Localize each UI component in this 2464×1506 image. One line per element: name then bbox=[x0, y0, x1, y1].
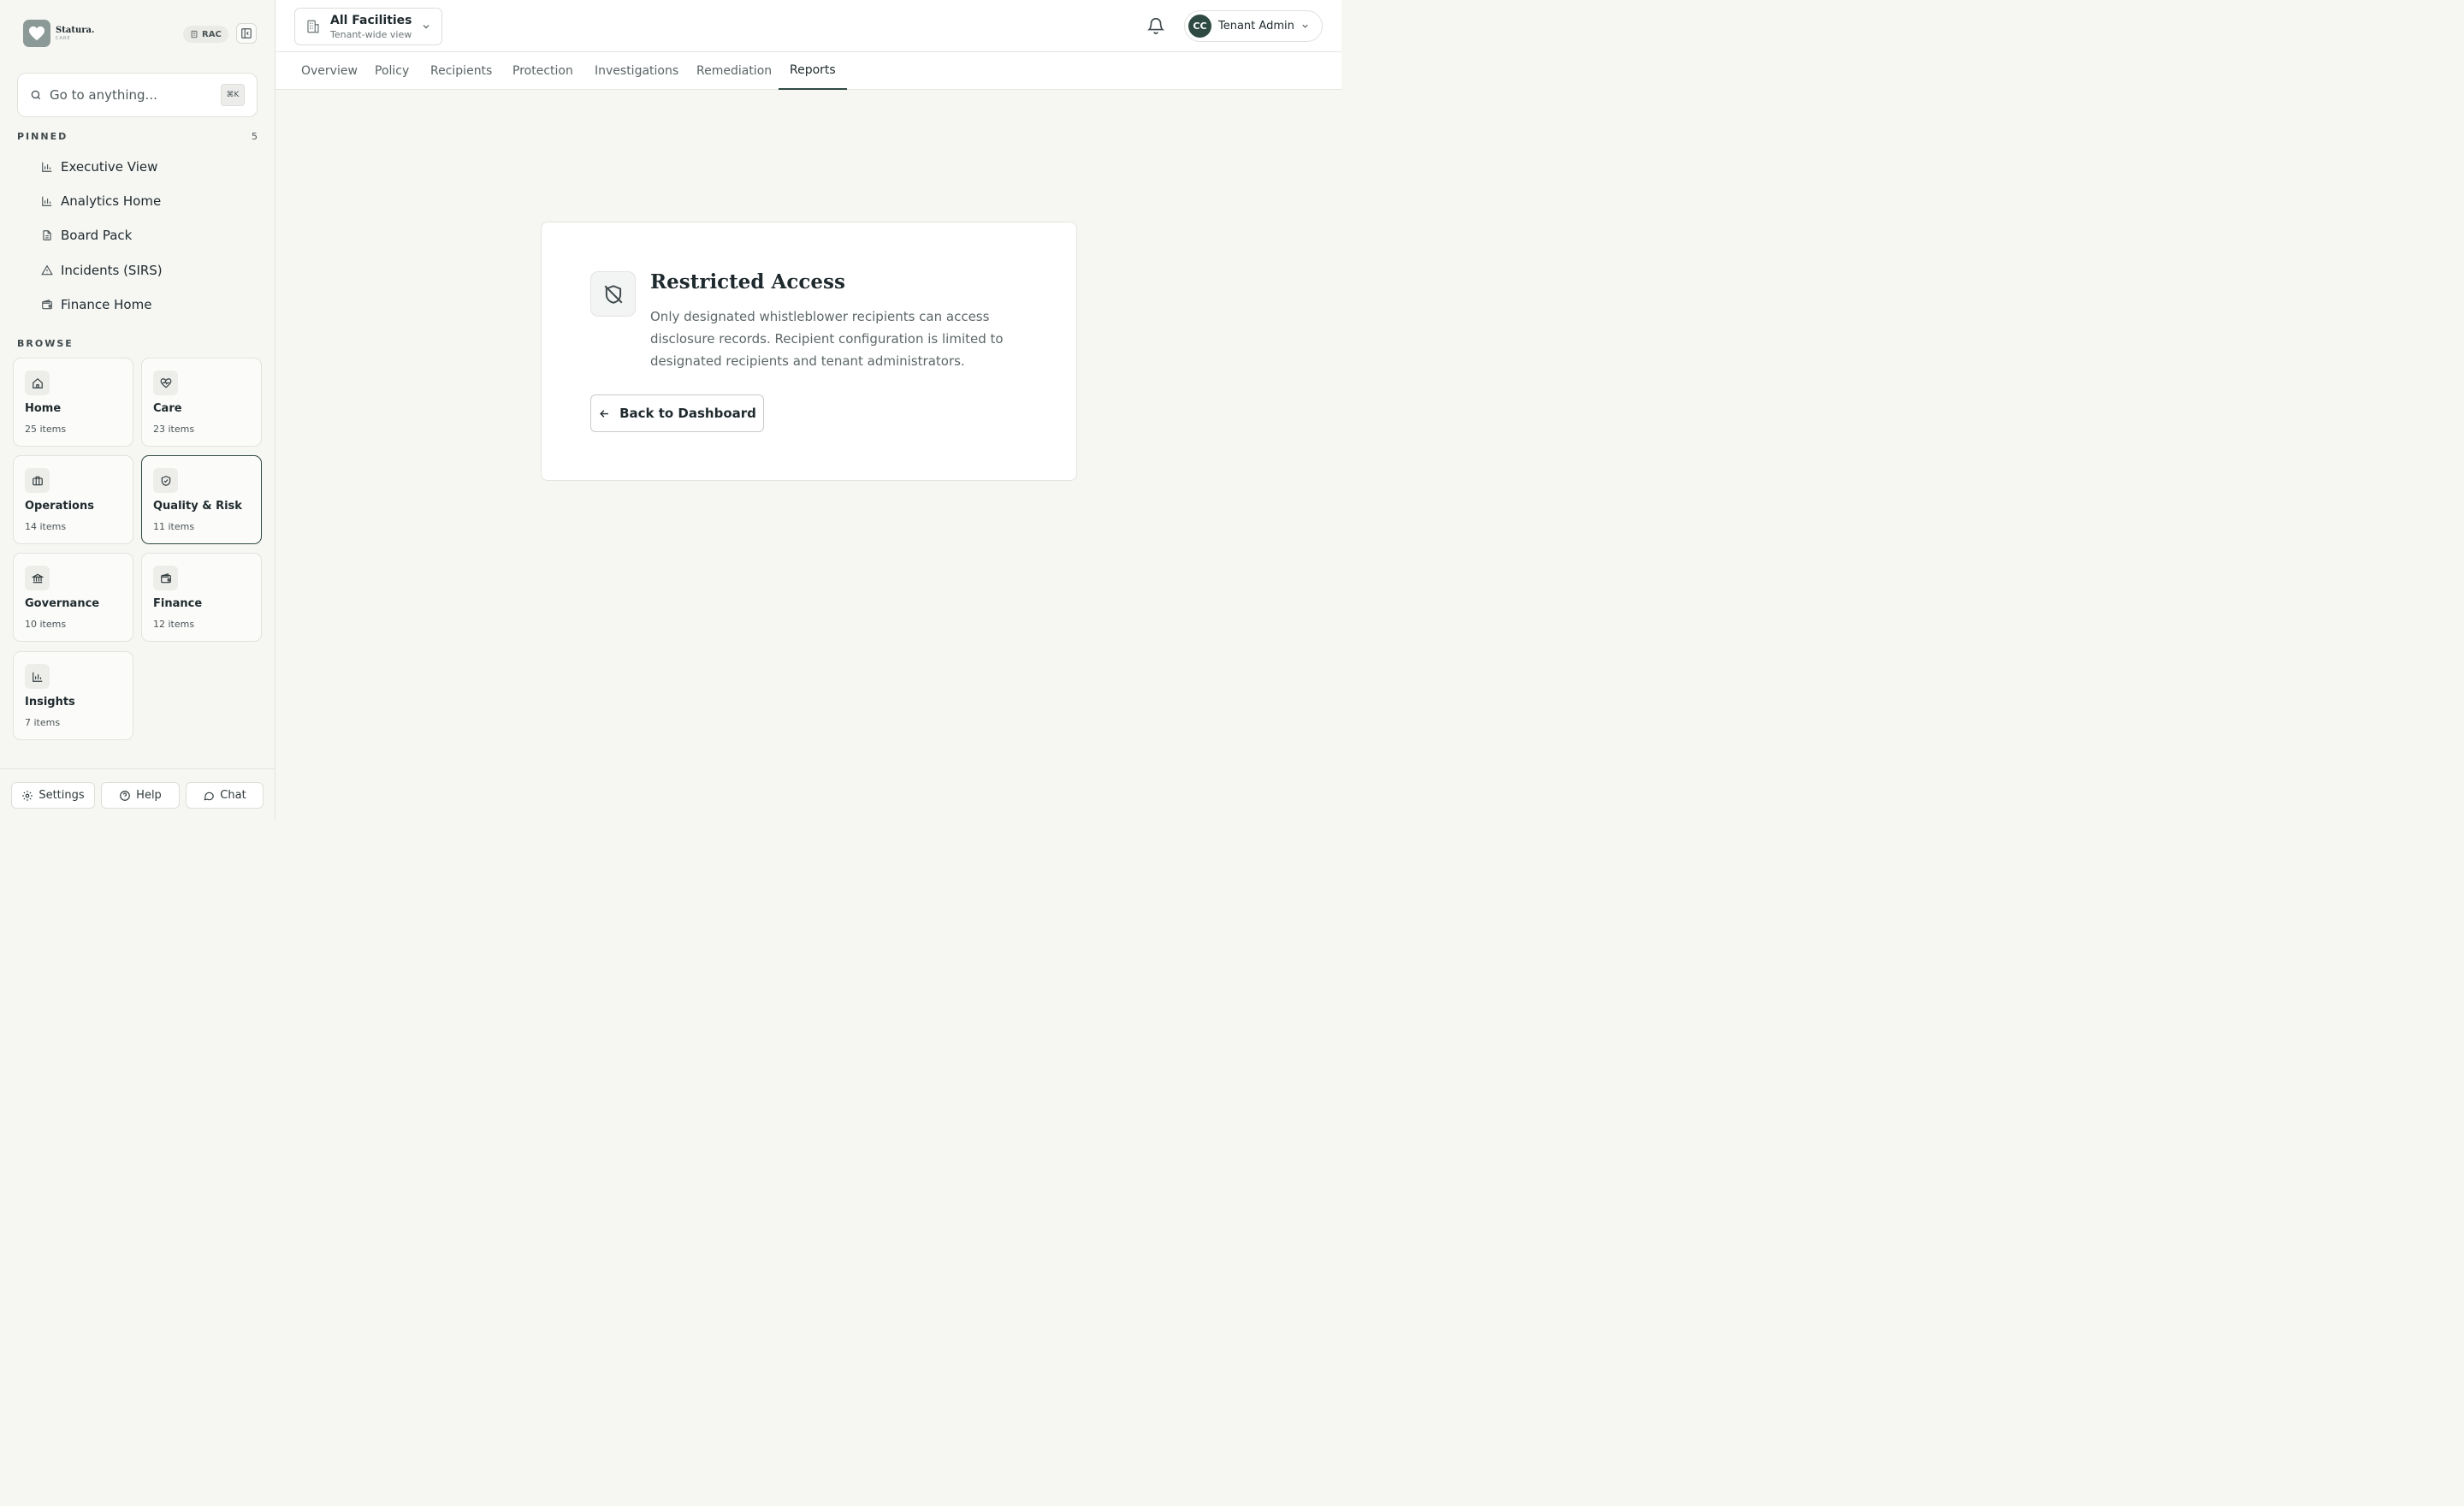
restricted-access-card: Restricted Access Only designated whistl… bbox=[541, 222, 1077, 481]
facility-subtitle: Tenant-wide view bbox=[330, 28, 412, 40]
tab-policy[interactable]: Policy bbox=[364, 52, 420, 90]
brand-logo[interactable]: Statura. CARE bbox=[23, 20, 94, 47]
top-bar: All Facilities Tenant-wide view CC Tenan… bbox=[275, 0, 1342, 52]
tile-name: Quality & Risk bbox=[153, 500, 242, 513]
browse-tile-governance[interactable]: Governance 10 items bbox=[13, 553, 133, 642]
arrow-left-icon bbox=[600, 409, 608, 418]
settings-label: Settings bbox=[38, 789, 85, 802]
bar-chart-icon bbox=[42, 162, 52, 172]
pinned-item-board-pack[interactable]: Board Pack bbox=[41, 226, 132, 245]
tile-count: 23 items bbox=[153, 424, 195, 435]
collapse-sidebar-button[interactable] bbox=[236, 23, 257, 44]
help-button[interactable]: Help bbox=[101, 782, 180, 809]
briefcase-icon bbox=[25, 468, 50, 493]
chevron-down-icon bbox=[423, 25, 429, 29]
facility-title: All Facilities bbox=[330, 13, 412, 27]
search-input[interactable]: Go to anything... ⌘K bbox=[17, 73, 258, 117]
bar-chart-icon bbox=[25, 664, 50, 689]
pinned-item-label: Finance Home bbox=[61, 297, 152, 312]
chat-button[interactable]: Chat bbox=[186, 782, 264, 809]
pinned-heading: PINNED bbox=[17, 131, 68, 142]
browse-tile-operations[interactable]: Operations 14 items bbox=[13, 455, 133, 544]
tile-count: 7 items bbox=[25, 717, 61, 728]
org-badge[interactable]: RAC bbox=[183, 26, 228, 43]
tab-recipients[interactable]: Recipients bbox=[419, 52, 503, 90]
sidebar-footer: Settings Help Chat bbox=[0, 768, 275, 820]
pinned-item-executive-view[interactable]: Executive View bbox=[41, 157, 157, 176]
browse-tile-finance[interactable]: Finance 12 items bbox=[141, 553, 262, 642]
tab-reports[interactable]: Reports bbox=[779, 52, 847, 90]
tab-investigations[interactable]: Investigations bbox=[583, 52, 690, 90]
wallet-icon bbox=[153, 566, 178, 590]
pinned-item-label: Board Pack bbox=[61, 228, 133, 243]
sidebar-collapse-icon bbox=[241, 28, 252, 39]
bar-chart-icon bbox=[42, 196, 52, 206]
chevron-down-icon bbox=[1302, 24, 1308, 28]
search-placeholder: Go to anything... bbox=[50, 87, 157, 103]
bell-icon bbox=[1146, 18, 1165, 34]
tile-count: 11 items bbox=[153, 521, 195, 532]
pinned-item-finance-home[interactable]: Finance Home bbox=[41, 295, 151, 314]
search-icon bbox=[31, 90, 41, 100]
pinned-count: 5 bbox=[252, 131, 258, 142]
shield-check-icon bbox=[153, 468, 178, 493]
tile-count: 14 items bbox=[25, 521, 67, 532]
section-tabs: Overview Policy Recipients Protection In… bbox=[275, 52, 1342, 90]
sidebar: Statura. CARE RAC Go to anything... ⌘K P… bbox=[0, 0, 275, 820]
chat-label: Chat bbox=[220, 789, 246, 802]
help-circle-icon bbox=[120, 790, 131, 801]
help-label: Help bbox=[136, 789, 162, 802]
back-to-dashboard-button[interactable]: Back to Dashboard bbox=[590, 394, 764, 432]
settings-button[interactable]: Settings bbox=[11, 782, 95, 809]
user-menu[interactable]: CC Tenant Admin bbox=[1184, 10, 1323, 42]
user-name: Tenant Admin bbox=[1218, 20, 1294, 33]
tab-remediation[interactable]: Remediation bbox=[685, 52, 783, 90]
home-icon bbox=[25, 371, 50, 395]
building-icon bbox=[307, 20, 319, 33]
tile-name: Care bbox=[153, 402, 182, 415]
browse-heading: BROWSE bbox=[17, 338, 74, 349]
browse-tile-quality-risk[interactable]: Quality & Risk 11 items bbox=[141, 455, 262, 544]
alert-triangle-icon bbox=[41, 264, 53, 276]
notifications-button[interactable] bbox=[1146, 16, 1165, 35]
tile-name: Insights bbox=[25, 696, 75, 709]
tab-protection[interactable]: Protection bbox=[501, 52, 584, 90]
wallet-icon bbox=[42, 299, 52, 310]
building-icon bbox=[191, 30, 198, 39]
browse-tile-care[interactable]: Care 23 items bbox=[141, 358, 262, 447]
tile-name: Operations bbox=[25, 500, 94, 513]
pinned-item-label: Analytics Home bbox=[61, 193, 162, 209]
tab-overview[interactable]: Overview bbox=[290, 52, 369, 90]
pinned-item-label: Incidents (SIRS) bbox=[61, 263, 163, 278]
pinned-item-label: Executive View bbox=[61, 159, 158, 175]
facility-selector[interactable]: All Facilities Tenant-wide view bbox=[294, 8, 442, 45]
chat-bubble-icon bbox=[204, 792, 215, 800]
shield-off-icon bbox=[590, 271, 636, 317]
tile-count: 10 items bbox=[25, 619, 67, 630]
search-shortcut: ⌘K bbox=[221, 84, 245, 106]
pinned-item-analytics-home[interactable]: Analytics Home bbox=[41, 192, 161, 210]
brand-sub: CARE bbox=[56, 35, 71, 41]
tile-count: 25 items bbox=[25, 424, 67, 435]
landmark-icon bbox=[25, 566, 50, 590]
back-button-label: Back to Dashboard bbox=[619, 406, 756, 421]
heart-pulse-icon bbox=[153, 371, 178, 395]
brand-name: Statura. bbox=[56, 25, 95, 35]
restricted-message: Only designated whistleblower recipients… bbox=[650, 309, 1004, 369]
tile-name: Home bbox=[25, 402, 62, 415]
page-title: Restricted Access bbox=[650, 270, 845, 293]
org-badge-label: RAC bbox=[202, 29, 222, 39]
gear-icon bbox=[22, 790, 33, 801]
browse-tile-home[interactable]: Home 25 items bbox=[13, 358, 133, 447]
tile-count: 12 items bbox=[153, 619, 195, 630]
avatar: CC bbox=[1188, 15, 1211, 38]
browse-tile-insights[interactable]: Insights 7 items bbox=[13, 651, 133, 740]
heart-logo-icon bbox=[23, 20, 50, 47]
tile-name: Finance bbox=[153, 597, 203, 610]
tile-name: Governance bbox=[25, 597, 100, 610]
pinned-item-incidents[interactable]: Incidents (SIRS) bbox=[41, 261, 163, 280]
document-icon bbox=[43, 230, 51, 240]
